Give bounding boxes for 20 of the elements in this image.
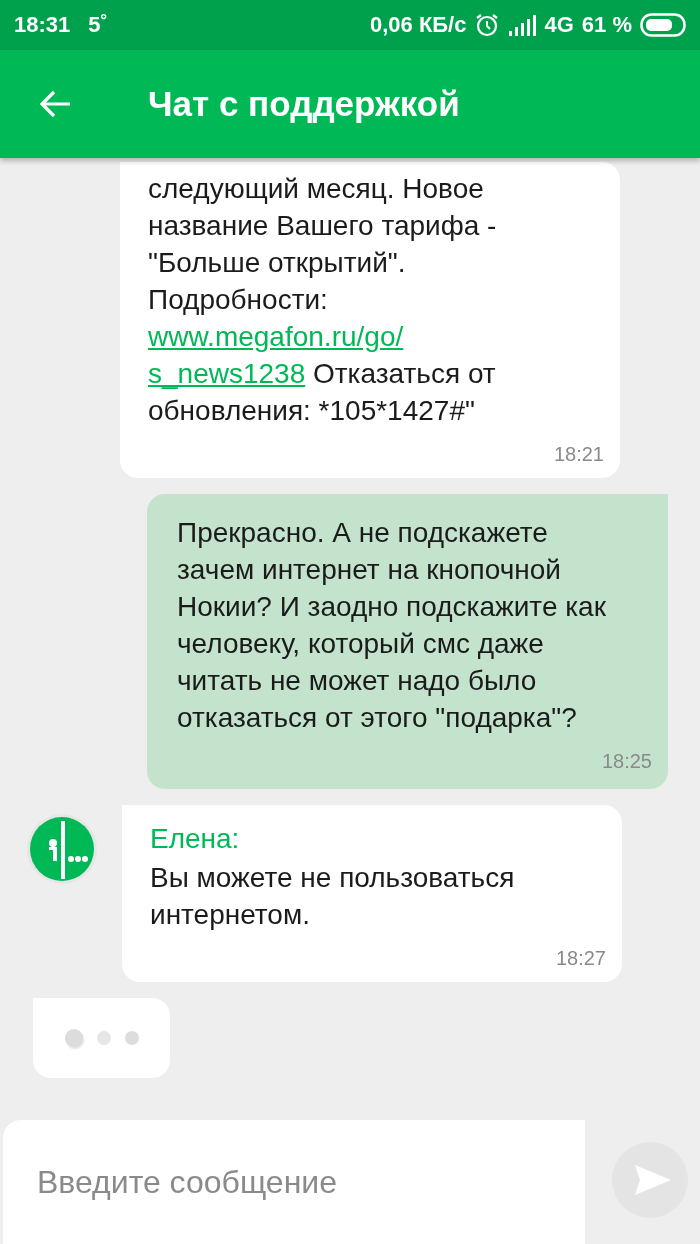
sender-name: Елена: xyxy=(150,822,241,856)
message-input[interactable]: Введите сообщение xyxy=(3,1120,585,1244)
message-time: 18:25 xyxy=(600,750,652,773)
message-link[interactable]: s_news1238 xyxy=(148,358,306,389)
signal-icon xyxy=(508,14,537,36)
clock: 18:31 xyxy=(14,12,71,38)
message-link[interactable]: www.megafon.ru/go/ xyxy=(148,321,404,352)
network-type: 4G xyxy=(544,12,574,38)
message-text: Прекрасно. А не подскажете зачем интернет на кнопочной Нокии? И заодно подскажите как человеку, который смс даже читать не может надо было отказаться от этого "подарка"? xyxy=(177,516,607,735)
message-text: Вы можете не пользоваться интернетом. xyxy=(150,861,516,932)
message-text: следующий месяц. Новое название Вашего тарифа - "Больше открытий". Подробности: www.megafon.ru/go/ s_news1238 Отказаться от обновления: *105*1427#" xyxy=(148,172,498,428)
screen-title: Чат с поддержкой xyxy=(148,84,460,124)
battery-level: 61 % xyxy=(581,12,632,38)
network-speed: 0,06 КБ/с xyxy=(369,12,467,38)
message-time: 18:21 xyxy=(552,443,604,466)
battery-icon xyxy=(640,13,686,37)
message-time: 18:27 xyxy=(554,947,606,970)
temperature: 5˚ xyxy=(88,12,108,38)
back-icon xyxy=(38,89,72,119)
send-icon xyxy=(634,1164,672,1196)
